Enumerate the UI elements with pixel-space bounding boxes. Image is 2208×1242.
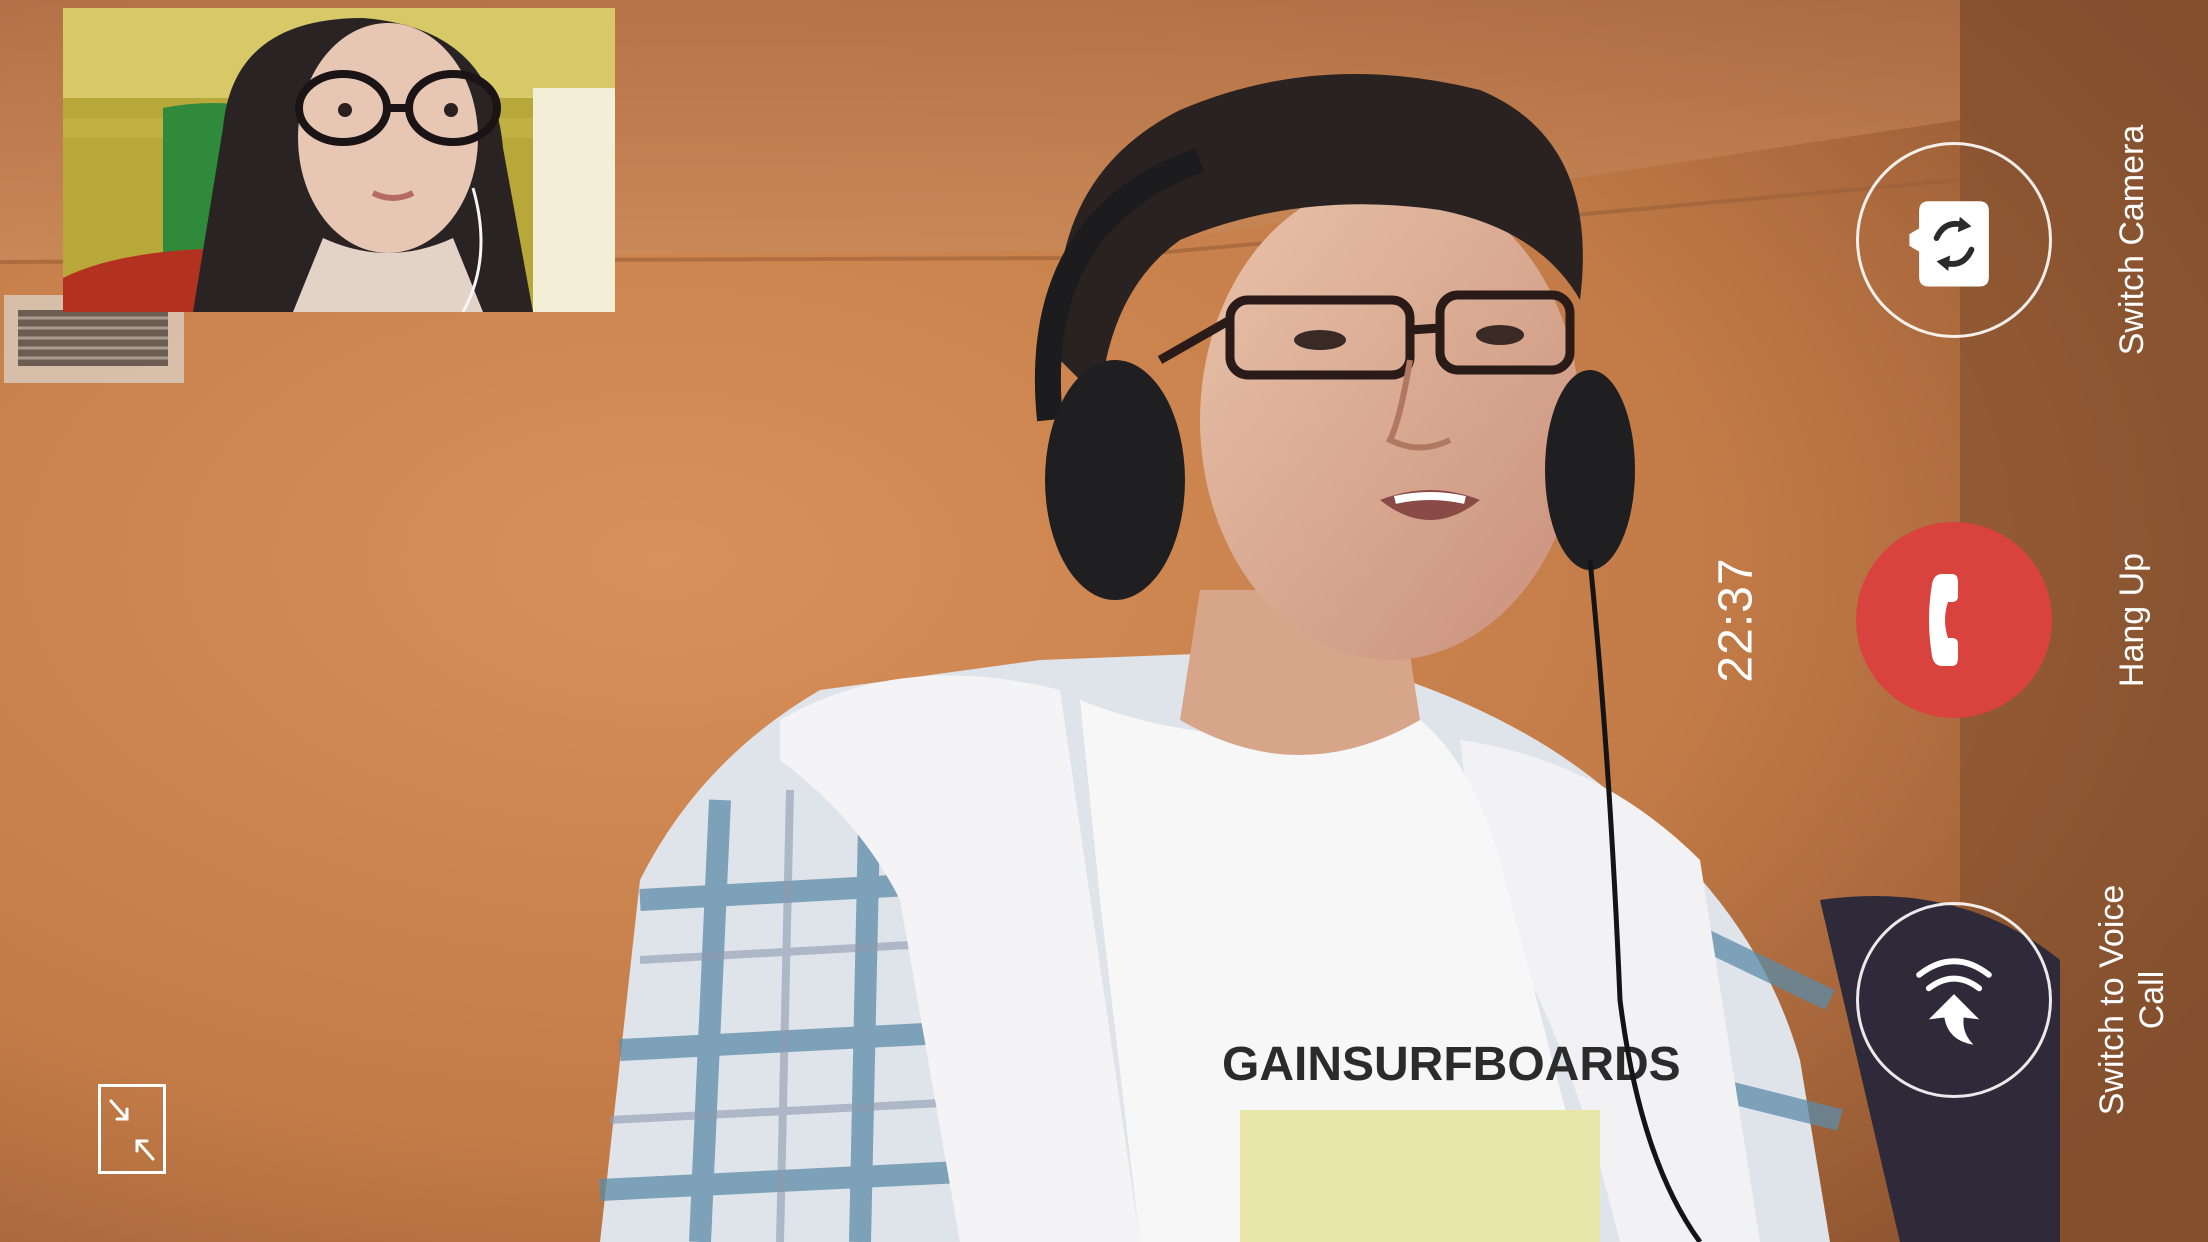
minimize-arrows-icon [109,1099,155,1161]
minimize-button[interactable] [98,1084,166,1174]
switch-to-voice-call-button[interactable] [1856,902,2052,1098]
switch-camera-button[interactable] [1856,142,2052,338]
switch-camera-label: Switch Camera [2113,124,2151,356]
self-view-preview[interactable] [63,8,615,312]
hang-up-button[interactable] [1856,522,2052,718]
voice-call-arrow-icon [1916,958,1992,1045]
shirt-print-text: GAINSURFBOARDS [1222,1038,1681,1091]
call-duration-timer: 22:37 [1709,557,1763,683]
hang-up-label: Hang Up [2113,552,2151,688]
self-view-image [63,8,615,312]
video-call-screen: GAINSURFBOARDS 22:37 Switch Camera Hang … [0,0,2208,1242]
camera-rotate-icon [1909,201,1989,287]
phone-icon [1929,574,1958,666]
switch-to-voice-call-label: Switch to Voice Call [2093,884,2171,1116]
